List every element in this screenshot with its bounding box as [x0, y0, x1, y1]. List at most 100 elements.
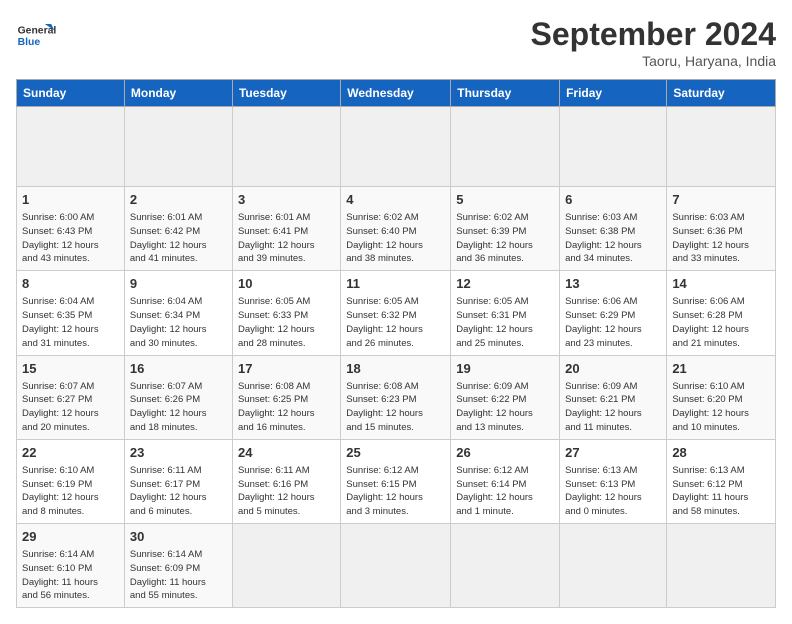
header-row: SundayMondayTuesdayWednesdayThursdayFrid… [17, 80, 776, 107]
day-number: 8 [22, 275, 119, 293]
calendar-table: SundayMondayTuesdayWednesdayThursdayFrid… [16, 79, 776, 608]
day-number: 1 [22, 191, 119, 209]
day-number: 26 [456, 444, 554, 462]
day-info: Sunrise: 6:08 AM Sunset: 6:23 PM Dayligh… [346, 380, 445, 435]
col-header-wednesday: Wednesday [341, 80, 451, 107]
day-number: 13 [565, 275, 661, 293]
week-row-3: 15Sunrise: 6:07 AM Sunset: 6:27 PM Dayli… [17, 355, 776, 439]
day-info: Sunrise: 6:07 AM Sunset: 6:26 PM Dayligh… [130, 380, 227, 435]
day-number: 20 [565, 360, 661, 378]
day-info: Sunrise: 6:11 AM Sunset: 6:17 PM Dayligh… [130, 464, 227, 519]
calendar-cell: 22 Sunrise: 6:10 AM Sunset: 6:19 PM Dayli… [17, 439, 125, 523]
day-info: Sunrise: 6:04 AM Sunset: 6:35 PM Dayligh… [22, 295, 119, 350]
day-info: Sunrise: 6:01 AM Sunset: 6:41 PM Dayligh… [238, 211, 335, 266]
day-info: Sunrise: 6:06 AM Sunset: 6:29 PM Dayligh… [565, 295, 661, 350]
day-number: 9 [130, 275, 227, 293]
day-number: 29 [22, 528, 119, 546]
day-number: 7 [672, 191, 770, 209]
calendar-cell [667, 524, 776, 608]
col-header-thursday: Thursday [451, 80, 560, 107]
calendar-cell: 7 Sunrise: 6:03 AM Sunset: 6:36 PM Daylig… [667, 187, 776, 271]
calendar-cell [667, 107, 776, 187]
day-info: Sunrise: 6:13 AM Sunset: 6:13 PM Dayligh… [565, 464, 661, 519]
calendar-cell [451, 524, 560, 608]
col-header-friday: Friday [560, 80, 667, 107]
calendar-cell: 9 Sunrise: 6:04 AM Sunset: 6:34 PM Daylig… [124, 271, 232, 355]
calendar-cell: 21Sunrise: 6:10 AM Sunset: 6:20 PM Dayli… [667, 355, 776, 439]
col-header-sunday: Sunday [17, 80, 125, 107]
calendar-cell: 18 Sunrise: 6:08 AM Sunset: 6:23 PM Dayli… [341, 355, 451, 439]
day-info: Sunrise: 6:11 AM Sunset: 6:16 PM Dayligh… [238, 464, 335, 519]
day-number: 22 [22, 444, 119, 462]
calendar-cell: 8 Sunrise: 6:04 AM Sunset: 6:35 PM Daylig… [17, 271, 125, 355]
calendar-cell [341, 524, 451, 608]
calendar-cell: 25 Sunrise: 6:12 AM Sunset: 6:15 PM Dayli… [341, 439, 451, 523]
calendar-cell: 5Sunrise: 6:02 AM Sunset: 6:39 PM Daylig… [451, 187, 560, 271]
calendar-cell: 4Sunrise: 6:02 AM Sunset: 6:40 PM Daylig… [341, 187, 451, 271]
calendar-cell: 16 Sunrise: 6:07 AM Sunset: 6:26 PM Dayli… [124, 355, 232, 439]
day-info: Sunrise: 6:14 AM Sunset: 6:09 PM Dayligh… [130, 548, 227, 603]
calendar-cell: 19 Sunrise: 6:09 AM Sunset: 6:22 PM Dayli… [451, 355, 560, 439]
day-number: 10 [238, 275, 335, 293]
day-number: 25 [346, 444, 445, 462]
calendar-cell [560, 107, 667, 187]
calendar-cell: 6 Sunrise: 6:03 AM Sunset: 6:38 PM Daylig… [560, 187, 667, 271]
calendar-cell: 2Sunrise: 6:01 AM Sunset: 6:42 PM Daylig… [124, 187, 232, 271]
day-info: Sunrise: 6:14 AM Sunset: 6:10 PM Dayligh… [22, 548, 119, 603]
calendar-cell [451, 107, 560, 187]
day-number: 19 [456, 360, 554, 378]
day-number: 3 [238, 191, 335, 209]
calendar-cell: 15Sunrise: 6:07 AM Sunset: 6:27 PM Dayli… [17, 355, 125, 439]
day-number: 12 [456, 275, 554, 293]
calendar-cell: 23Sunrise: 6:11 AM Sunset: 6:17 PM Dayli… [124, 439, 232, 523]
calendar-cell: 20Sunrise: 6:09 AM Sunset: 6:21 PM Dayli… [560, 355, 667, 439]
day-info: Sunrise: 6:04 AM Sunset: 6:34 PM Dayligh… [130, 295, 227, 350]
calendar-cell [560, 524, 667, 608]
day-info: Sunrise: 6:10 AM Sunset: 6:20 PM Dayligh… [672, 380, 770, 435]
calendar-cell: 30 Sunrise: 6:14 AM Sunset: 6:09 PM Dayli… [124, 524, 232, 608]
logo-icon: General Blue [16, 16, 56, 56]
calendar-cell [232, 524, 340, 608]
day-info: Sunrise: 6:09 AM Sunset: 6:22 PM Dayligh… [456, 380, 554, 435]
day-info: Sunrise: 6:06 AM Sunset: 6:28 PM Dayligh… [672, 295, 770, 350]
day-info: Sunrise: 6:05 AM Sunset: 6:31 PM Dayligh… [456, 295, 554, 350]
calendar-cell: 13 Sunrise: 6:06 AM Sunset: 6:29 PM Dayli… [560, 271, 667, 355]
calendar-cell: 10 Sunrise: 6:05 AM Sunset: 6:33 PM Dayli… [232, 271, 340, 355]
calendar-cell [17, 107, 125, 187]
day-info: Sunrise: 6:01 AM Sunset: 6:42 PM Dayligh… [130, 211, 227, 266]
col-header-monday: Monday [124, 80, 232, 107]
day-info: Sunrise: 6:00 AM Sunset: 6:43 PM Dayligh… [22, 211, 119, 266]
week-row-1: 1 Sunrise: 6:00 AM Sunset: 6:43 PM Daylig… [17, 187, 776, 271]
col-header-tuesday: Tuesday [232, 80, 340, 107]
day-info: Sunrise: 6:12 AM Sunset: 6:15 PM Dayligh… [346, 464, 445, 519]
day-info: Sunrise: 6:05 AM Sunset: 6:33 PM Dayligh… [238, 295, 335, 350]
day-info: Sunrise: 6:05 AM Sunset: 6:32 PM Dayligh… [346, 295, 445, 350]
day-info: Sunrise: 6:13 AM Sunset: 6:12 PM Dayligh… [672, 464, 770, 519]
day-number: 18 [346, 360, 445, 378]
day-number: 27 [565, 444, 661, 462]
calendar-cell: 29 Sunrise: 6:14 AM Sunset: 6:10 PM Dayli… [17, 524, 125, 608]
day-info: Sunrise: 6:02 AM Sunset: 6:39 PM Dayligh… [456, 211, 554, 266]
day-info: Sunrise: 6:12 AM Sunset: 6:14 PM Dayligh… [456, 464, 554, 519]
calendar-cell: 1 Sunrise: 6:00 AM Sunset: 6:43 PM Daylig… [17, 187, 125, 271]
calendar-cell: 17Sunrise: 6:08 AM Sunset: 6:25 PM Dayli… [232, 355, 340, 439]
day-number: 6 [565, 191, 661, 209]
col-header-saturday: Saturday [667, 80, 776, 107]
calendar-cell [124, 107, 232, 187]
header: General Blue September 2024 Taoru, Harya… [16, 16, 776, 69]
logo: General Blue [16, 16, 60, 56]
day-number: 11 [346, 275, 445, 293]
calendar-cell: 14 Sunrise: 6:06 AM Sunset: 6:28 PM Dayli… [667, 271, 776, 355]
location-title: Taoru, Haryana, India [531, 53, 776, 69]
day-number: 30 [130, 528, 227, 546]
day-info: Sunrise: 6:10 AM Sunset: 6:19 PM Dayligh… [22, 464, 119, 519]
week-row-2: 8 Sunrise: 6:04 AM Sunset: 6:35 PM Daylig… [17, 271, 776, 355]
calendar-cell: 12 Sunrise: 6:05 AM Sunset: 6:31 PM Dayli… [451, 271, 560, 355]
day-info: Sunrise: 6:03 AM Sunset: 6:38 PM Dayligh… [565, 211, 661, 266]
day-number: 4 [346, 191, 445, 209]
day-info: Sunrise: 6:03 AM Sunset: 6:36 PM Dayligh… [672, 211, 770, 266]
week-row-5: 29 Sunrise: 6:14 AM Sunset: 6:10 PM Dayli… [17, 524, 776, 608]
calendar-cell: 27 Sunrise: 6:13 AM Sunset: 6:13 PM Dayli… [560, 439, 667, 523]
day-number: 14 [672, 275, 770, 293]
day-number: 16 [130, 360, 227, 378]
